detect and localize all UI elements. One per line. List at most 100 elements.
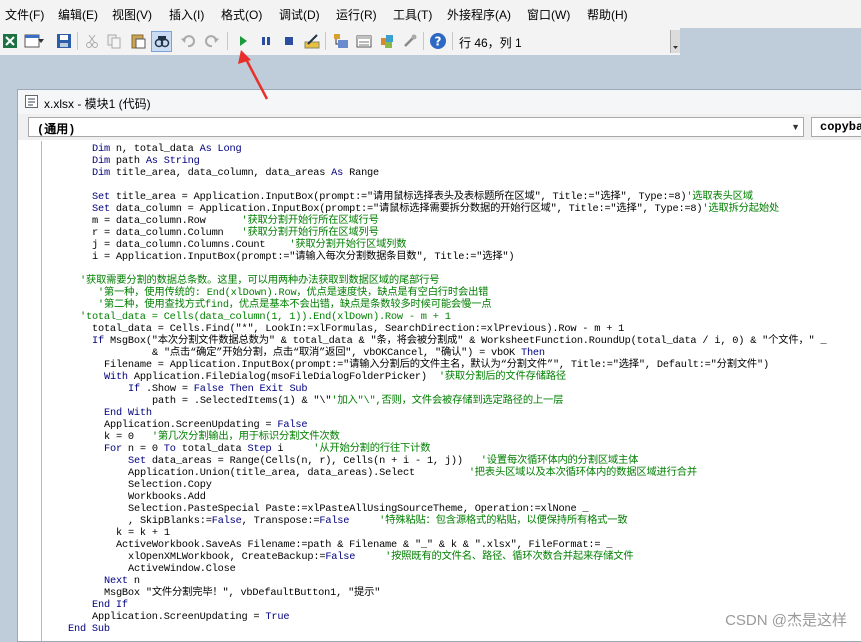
menu-help[interactable]: 帮助(H) — [587, 6, 628, 23]
menu-addins[interactable]: 外接程序(A) — [447, 6, 511, 23]
code-line[interactable]: xlOpenXMLWorkbook, CreateBackup:=False '… — [128, 551, 634, 563]
procedure-select[interactable]: copyba — [811, 117, 861, 137]
code-text: n = 0 — [121, 443, 164, 455]
code-line[interactable]: Next n — [104, 575, 140, 587]
code-line[interactable]: Dim n, total_data As Long — [92, 143, 242, 155]
object-select[interactable]: (通用) ▼ — [28, 117, 804, 137]
code-line[interactable]: MsgBox "文件分割完毕！", vbDefaultButton1, "提示" — [104, 587, 380, 599]
code-line[interactable]: Set title_area = Application.InputBox(pr… — [92, 191, 753, 203]
code-comment: '第二种，使用查找方式find，优点是基本不会出错，缺点是条数较多时候可能会慢一… — [80, 299, 492, 311]
reset-icon[interactable] — [279, 31, 299, 51]
code-line[interactable]: Filename = Application.InputBox(prompt:=… — [104, 359, 769, 371]
paste-icon[interactable] — [128, 31, 148, 51]
help-icon[interactable]: ? — [428, 31, 448, 51]
code-line[interactable]: i = Application.InputBox(prompt:="请输入每次分… — [92, 251, 515, 263]
code-line[interactable]: If .Show = False Then Exit Sub — [128, 383, 308, 395]
menu-tools[interactable]: 工具(T) — [393, 6, 432, 23]
code-line[interactable]: End Sub — [68, 623, 110, 635]
code-comment: '获取分割开始行所在区域列号 — [241, 227, 379, 239]
code-line[interactable]: Dim path As String — [92, 155, 200, 167]
menu-insert[interactable]: 插入(I) — [169, 6, 204, 23]
find-icon[interactable] — [151, 31, 172, 52]
code-window-title: x.xlsx - 模块1 (代码) — [44, 97, 151, 111]
code-line[interactable]: If MsgBox("本次分割文件数据总数为" & total_data & "… — [92, 335, 827, 347]
copy-icon[interactable] — [104, 31, 124, 51]
toolbar-separator — [77, 32, 78, 50]
menu-edit[interactable]: 编辑(E) — [58, 6, 98, 23]
code-line[interactable]: & "点击“确定”开始分割，点击“取消”返回", vbOKCancel, "确认… — [152, 347, 545, 359]
code-text: , SkipBlanks:= — [128, 515, 212, 527]
code-text: j = data_column.Columns.Count — [92, 239, 290, 251]
code-text: path — [109, 155, 146, 167]
code-line[interactable]: ActiveWorkbook.SaveAs Filename:=path & F… — [116, 539, 612, 551]
code-line[interactable]: Selection.Copy — [128, 479, 212, 491]
code-line[interactable]: r = data_column.Column '获取分割开始行所在区域列号 — [92, 227, 379, 239]
code-keyword: Dim — [92, 143, 110, 155]
procedure-select-value: copyba — [820, 120, 861, 134]
code-line[interactable]: m = data_column.Row '获取分割开始行所在区域行号 — [92, 215, 379, 227]
menu-file[interactable]: 文件(F) — [5, 6, 44, 23]
watermark: CSDN @杰是这样 — [725, 612, 847, 629]
chevron-down-icon[interactable]: ▼ — [791, 122, 800, 132]
code-line[interactable]: End If — [92, 599, 128, 611]
code-margin-indicator-bar[interactable] — [29, 141, 42, 641]
cut-icon[interactable] — [82, 31, 102, 51]
code-keyword: False — [277, 419, 308, 431]
code-line[interactable]: '获取需要分割的数据总条数。这里，可以用两种办法获取到数据区域的尾部行号 — [80, 275, 440, 287]
menu-window[interactable]: 窗口(W) — [527, 6, 570, 23]
project-explorer-icon[interactable] — [331, 31, 351, 51]
code-line[interactable]: Application.ScreenUpdating = False — [104, 419, 308, 431]
code-text: Application.Union(title_area, data_areas… — [128, 467, 469, 479]
code-line[interactable]: End With — [104, 407, 152, 419]
module-icon — [25, 95, 38, 108]
code-window-title-bar[interactable]: x.xlsx - 模块1 (代码) — [18, 90, 861, 115]
toolbox-icon[interactable] — [400, 31, 420, 51]
code-line[interactable]: total_data = Cells.Find("*", LookIn:=xlF… — [92, 323, 624, 335]
code-line[interactable]: path = .SelectedItems(1) & "\"'加入"\",否则，… — [152, 395, 563, 407]
code-text: .Show = — [139, 383, 194, 395]
toolbar-options-grip[interactable] — [670, 30, 680, 53]
code-line[interactable]: ActiveWindow.Close — [128, 563, 236, 575]
code-line[interactable]: k = 0 '第几次分割输出，用于标识分割文件次数 — [104, 431, 340, 443]
code-comment: '获取需要分割的数据总条数。这里，可以用两种办法获取到数据区域的尾部行号 — [80, 275, 440, 287]
code-line[interactable]: For n = 0 To total_data Step i '从开始分割的行往… — [104, 443, 431, 455]
redo-icon[interactable] — [202, 31, 222, 51]
code-text: Range — [343, 167, 380, 179]
code-keyword: As String — [145, 155, 200, 167]
menu-run[interactable]: 运行(R) — [336, 6, 377, 23]
code-line[interactable]: Application.Union(title_area, data_areas… — [128, 467, 697, 479]
run-macro-icon[interactable] — [233, 31, 253, 51]
code-editor[interactable]: Dim n, total_data As Long Dim path As Str… — [18, 141, 861, 641]
code-line[interactable]: Workbooks.Add — [128, 491, 206, 503]
code-comment: '设置每次循环体内的分割区域主体 — [480, 455, 639, 467]
code-line[interactable]: '第一种，使用传统的: End(xlDown).Row，优点是速度快，缺点是有空… — [80, 287, 489, 299]
code-text: k = 0 — [104, 431, 152, 443]
undo-icon[interactable] — [178, 31, 198, 51]
properties-window-icon[interactable] — [354, 31, 374, 51]
code-line[interactable]: Set data_column = Application.InputBox(p… — [92, 203, 779, 215]
menu-view[interactable]: 视图(V) — [112, 6, 152, 23]
pause-icon[interactable] — [256, 31, 276, 51]
code-line[interactable]: Selection.PasteSpecial Paste:=xlPasteAll… — [128, 503, 589, 515]
code-comment: '从开始分割的行往下计数 — [313, 443, 431, 455]
code-line[interactable]: '第二种，使用查找方式find，优点是基本不会出错，缺点是条数较多时候可能会慢一… — [80, 299, 492, 311]
code-line[interactable]: Set data_areas = Range(Cells(n, r), Cell… — [128, 455, 638, 467]
code-line[interactable]: , SkipBlanks:=False, Transpose:=False '特… — [128, 515, 628, 527]
view-excel-icon[interactable] — [0, 31, 20, 51]
code-line[interactable]: Dim title_area, data_column, data_areas … — [92, 167, 379, 179]
menu-debug[interactable]: 调试(D) — [279, 6, 320, 23]
code-line[interactable]: 'total_data = Cells(data_column(1, 1)).E… — [80, 311, 451, 323]
code-line[interactable]: With Application.FileDialog(msoFileDialo… — [104, 371, 566, 383]
menu-format[interactable]: 格式(O) — [221, 6, 262, 23]
code-line[interactable]: Application.ScreenUpdating = True — [92, 611, 290, 623]
code-text: Application.FileDialog(msoFileDialogFold… — [127, 371, 439, 383]
code-line[interactable]: j = data_column.Columns.Count '获取分割开始行区域… — [92, 239, 407, 251]
code-text: title_area = Application.InputBox(prompt… — [109, 191, 687, 203]
code-keyword: Next — [104, 575, 128, 587]
dropdown-arrow-icon[interactable] — [36, 31, 46, 51]
object-browser-icon[interactable] — [377, 31, 397, 51]
code-line[interactable]: k = k + 1 — [116, 527, 170, 539]
code-keyword: True — [265, 611, 290, 623]
save-icon[interactable] — [54, 31, 74, 51]
design-mode-icon[interactable] — [302, 31, 322, 51]
